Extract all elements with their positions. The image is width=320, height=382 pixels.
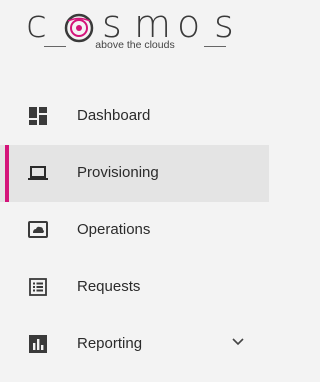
chart-icon — [29, 335, 47, 353]
sidebar-item-label: Operations — [77, 221, 151, 238]
sidebar-item-reporting[interactable]: Reporting — [0, 316, 269, 373]
laptop-icon — [28, 166, 48, 180]
sidebar-item-label: Reporting — [77, 335, 143, 352]
cloud-icon — [28, 221, 48, 238]
brand-logo: c s m o s above the clouds — [26, 2, 243, 51]
tagline-rule-right — [204, 46, 226, 47]
sidebar-item-operations[interactable]: Operations — [0, 202, 269, 259]
brand-tagline: above the clouds — [95, 39, 175, 51]
sidebar-item-label: Provisioning — [77, 164, 159, 181]
list-icon — [29, 278, 47, 296]
sidebar-item-label: Requests — [77, 278, 141, 295]
dashboard-icon — [29, 107, 47, 125]
sidebar-nav: Dashboard Provisioning Operations Reques… — [0, 88, 269, 373]
sidebar-item-requests[interactable]: Requests — [0, 259, 269, 316]
chevron-down-icon[interactable] — [232, 338, 244, 346]
sidebar-item-dashboard[interactable]: Dashboard — [0, 88, 269, 145]
sidebar-item-label: Dashboard — [77, 107, 151, 124]
sidebar-item-provisioning[interactable]: Provisioning — [0, 145, 269, 202]
